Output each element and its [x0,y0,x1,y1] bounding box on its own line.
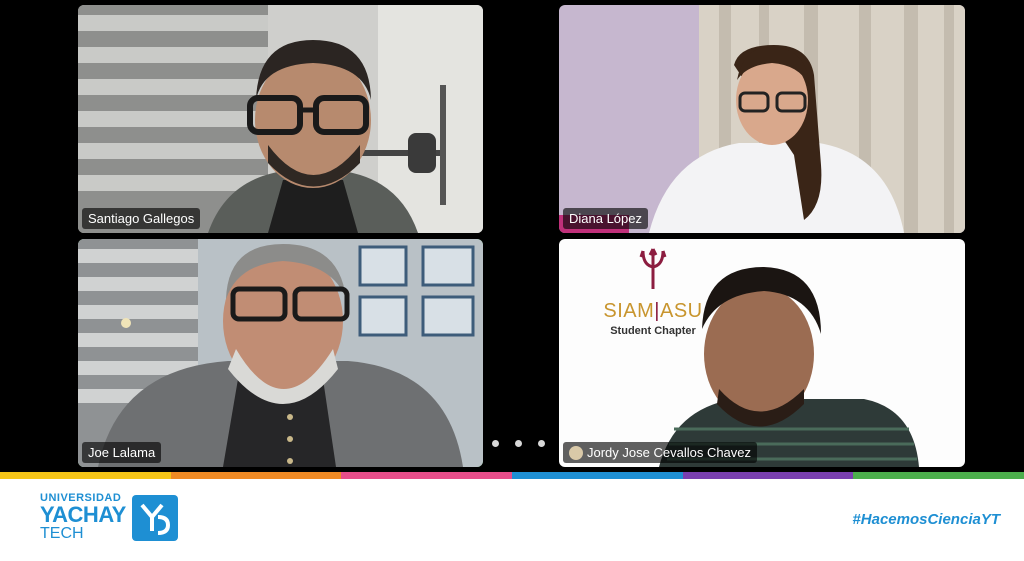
siam-logo-title: SIAM|ASU [583,300,723,323]
pager-dot[interactable] [538,440,545,447]
yachay-tech-logo: UNIVERSIDAD YACHAY TECH [40,493,178,542]
gallery-pager [492,440,545,447]
video-tile-santiago[interactable]: Santiago Gallegos [78,5,483,233]
color-band-segment [512,472,683,479]
participant-name-tag: Jordy Jose Cevallos Chavez [563,442,758,463]
color-band-segment [853,472,1024,479]
logo-line-3: TECH [40,525,84,542]
participant-name: Diana López [569,211,642,226]
pitchfork-icon [639,248,667,289]
logo-line-2: YACHAY [40,502,126,527]
footer-banner: UNIVERSIDAD YACHAY TECH #HacemosCienciaY… [0,479,1024,561]
video-tile-diana[interactable]: Diana López [559,5,965,233]
siam-logo-title-right: ASU [659,300,703,322]
participant-name-tag: Joe Lalama [82,442,162,463]
participant-name-tag: Diana López [563,208,648,229]
yachay-logo-wordmark: UNIVERSIDAD YACHAY TECH [40,493,126,542]
siam-logo-subtitle: Student Chapter [610,325,696,337]
pager-dot[interactable] [515,440,522,447]
siam-asu-logo: SIAM|ASU Student Chapter [583,247,723,337]
brand-color-band [0,472,1024,479]
pager-dot[interactable] [492,440,499,447]
siam-logo-title-left: SIAM [603,300,655,322]
video-feed [78,5,483,233]
participant-name-tag: Santiago Gallegos [82,208,201,229]
video-feed [559,5,965,233]
color-band-segment [0,472,171,479]
color-band-segment [341,472,513,479]
color-band-segment [682,472,854,479]
yachay-logo-mark-icon [131,494,178,541]
participant-name: Jordy Jose Cevallos Chavez [587,445,752,460]
participant-avatar [569,445,583,460]
video-tile-jordy[interactable]: SIAM|ASU Student Chapter Jordy Jose Ceva… [559,239,965,467]
video-tile-joe[interactable]: Joe Lalama [78,239,483,467]
video-grid: Santiago Gallegos Diana López Joe Lalama… [0,0,1024,472]
video-feed [78,239,483,467]
color-band-segment [170,472,342,479]
hashtag-text: #HacemosCienciaYT [852,511,1000,528]
participant-name: Santiago Gallegos [88,211,195,226]
participant-name: Joe Lalama [88,445,156,460]
